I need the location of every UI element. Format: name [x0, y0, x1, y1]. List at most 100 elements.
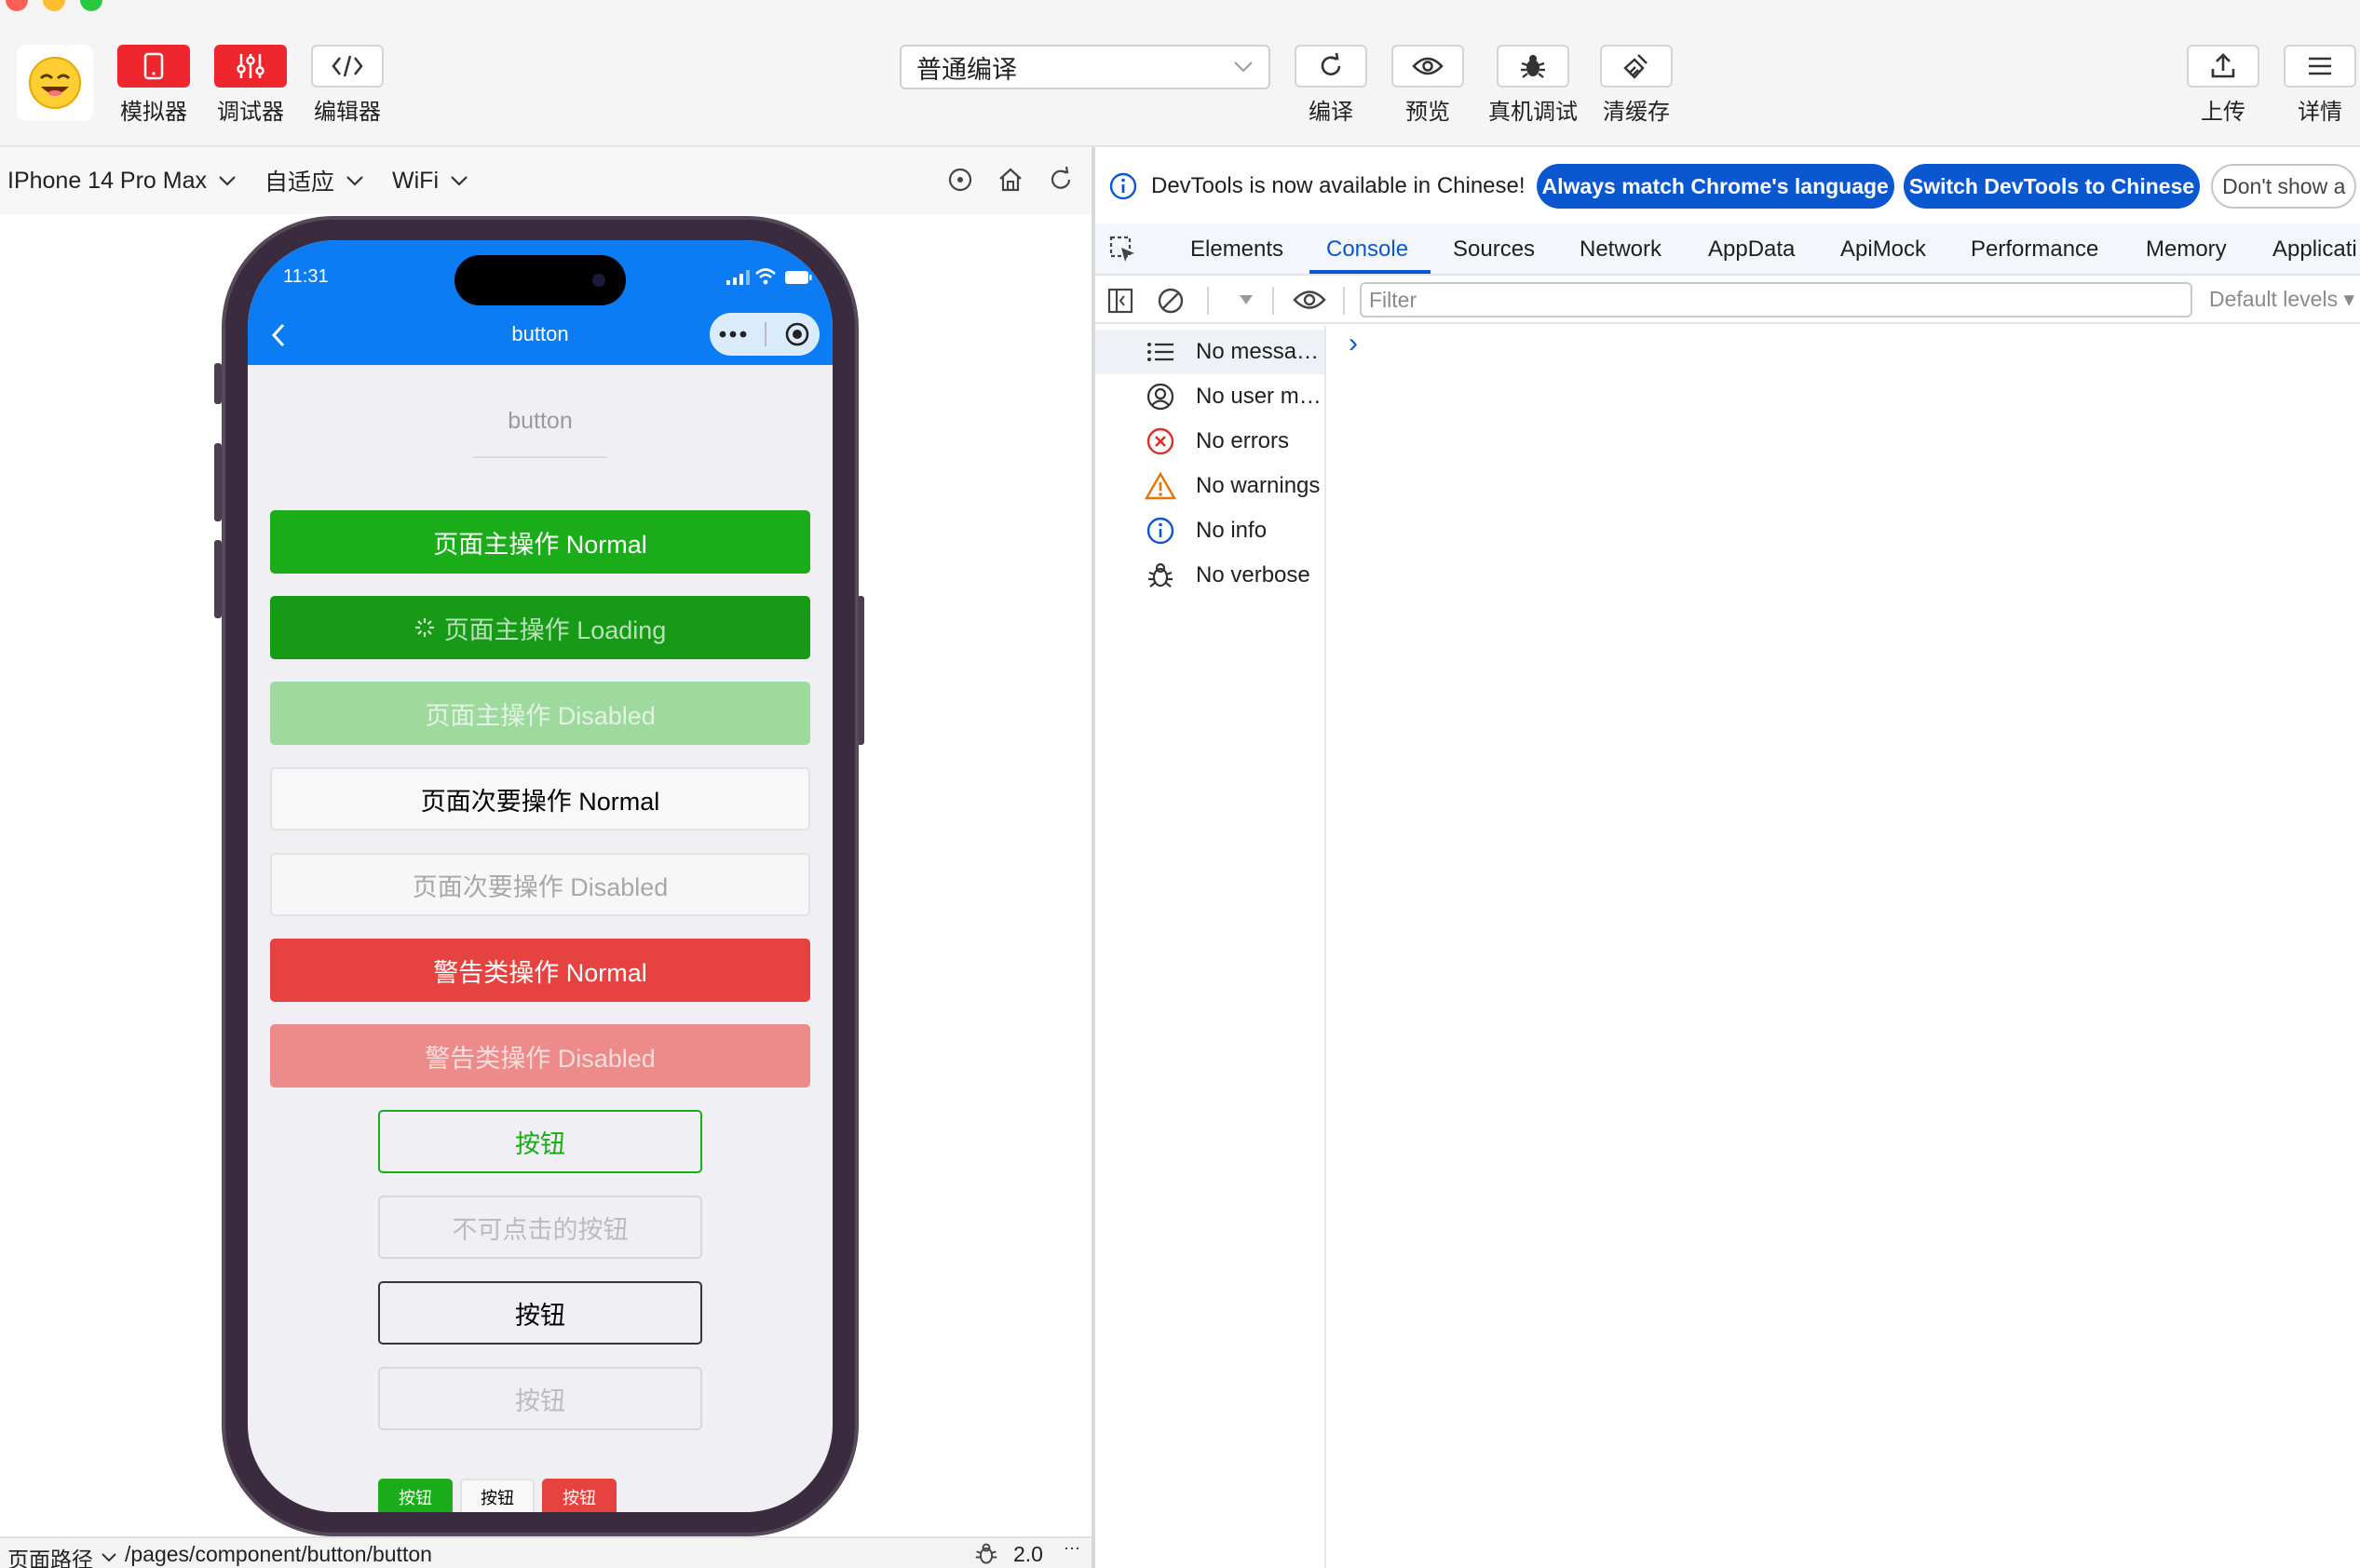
dont-show-button[interactable]: Don't show a — [2211, 164, 2357, 209]
mini-program-navbar: button — [248, 305, 833, 365]
toolbar-separator — [1343, 287, 1345, 315]
tab-network[interactable]: Network — [1580, 237, 1661, 263]
debugger-button[interactable]: 调试器 — [214, 45, 287, 126]
sidebar-toggle-icon[interactable] — [1106, 287, 1134, 315]
window-zoom-dot[interactable] — [80, 0, 102, 11]
phone-silent-switch — [214, 363, 222, 404]
capsule-menu — [710, 313, 820, 356]
compile-mode-select[interactable]: 普通编译 — [900, 45, 1270, 89]
log-levels-select[interactable]: Default levels ▾ — [2209, 287, 2354, 312]
mini-default-button[interactable]: 按钮 — [460, 1479, 535, 1512]
sidebar-item-errors[interactable]: No errors — [1144, 419, 1289, 464]
tab-performance[interactable]: Performance — [1971, 237, 2098, 263]
secondary-normal-button[interactable]: 页面次要操作 Normal — [270, 767, 810, 831]
button-label: 按钮 — [515, 1129, 565, 1158]
tab-appdata[interactable]: AppData — [1708, 237, 1795, 263]
context-dropdown-icon[interactable] — [1239, 294, 1254, 305]
target-icon[interactable] — [946, 166, 974, 194]
avatar[interactable] — [17, 45, 93, 121]
window-close-dot[interactable] — [6, 0, 28, 11]
device-debug-button[interactable]: 真机调试 — [1488, 45, 1578, 126]
button-label: 警告类操作 Disabled — [425, 1044, 656, 1073]
primary-loading-button[interactable]: 页面主操作 Loading — [270, 596, 810, 659]
capsule-divider — [764, 322, 766, 346]
console-prompt[interactable]: › — [1349, 328, 1358, 359]
broom-icon — [1623, 54, 1648, 79]
toolbar-separator — [1272, 287, 1274, 315]
switch-chinese-button[interactable]: Switch DevTools to Chinese — [1903, 164, 2201, 209]
list-icon — [1147, 343, 1173, 361]
device-select[interactable]: IPhone 14 Pro Max — [7, 168, 237, 195]
primary-normal-button[interactable]: 页面主操作 Normal — [270, 510, 810, 574]
sidebar-item-label: No messa… — [1196, 339, 1320, 364]
more-menu[interactable]: ··· — [1064, 1538, 1080, 1558]
phone-screen: 11:31 button button 页面主操作 Normal 页面主操作 L… — [248, 240, 833, 1512]
close-target-icon[interactable] — [784, 321, 810, 347]
tab-application[interactable]: Applicati — [2272, 237, 2357, 263]
editor-button[interactable]: 编辑器 — [311, 45, 384, 126]
sidebar-item-info[interactable]: No info — [1144, 508, 1267, 553]
heading-divider — [473, 456, 607, 458]
filter-input[interactable]: Filter — [1360, 282, 2192, 318]
window-minimize-dot[interactable] — [43, 0, 65, 11]
tab-memory[interactable]: Memory — [2146, 237, 2227, 263]
more-dots-icon[interactable] — [719, 330, 747, 339]
match-language-button[interactable]: Always match Chrome's language — [1536, 164, 1894, 209]
upload-label: 上传 — [2201, 100, 2245, 125]
info-icon — [1109, 172, 1137, 200]
upload-button[interactable]: 上传 — [2187, 45, 2259, 126]
inspect-element-icon[interactable] — [1108, 235, 1138, 264]
bug-icon[interactable] — [974, 1542, 998, 1566]
network-select[interactable]: WiFi — [392, 168, 468, 195]
button-label: 警告类操作 Normal — [433, 958, 647, 987]
mini-primary-button[interactable]: 按钮 — [378, 1479, 453, 1512]
details-button[interactable]: 详情 — [2284, 45, 2356, 126]
loading-spinner-icon — [414, 618, 434, 637]
phone-volume-up — [214, 443, 222, 521]
mini-warn-button[interactable]: 按钮 — [542, 1479, 617, 1512]
tab-sources[interactable]: Sources — [1453, 237, 1535, 263]
main-toolbar: 模拟器 调试器 编辑器 普通编译 编译 预览 真机调试 清缓存 上传 详情 — [0, 0, 2360, 147]
sidebar-item-label: No info — [1196, 518, 1268, 543]
page-path-value: /pages/component/button/button — [125, 1542, 432, 1566]
signal-icon — [726, 270, 750, 285]
clear-console-icon[interactable] — [1157, 287, 1185, 315]
devtools-language-banner: DevTools is now available in Chinese! Al… — [1095, 160, 2360, 212]
primary-disabled-button: 页面主操作 Disabled — [270, 682, 810, 745]
battery-icon — [785, 271, 812, 284]
tab-elements[interactable]: Elements — [1190, 237, 1283, 263]
compile-mode-value: 普通编译 — [916, 55, 1017, 84]
button-label: 不可点击的按钮 — [452, 1215, 629, 1244]
tab-apimock[interactable]: ApiMock — [1840, 237, 1926, 263]
sidebar-item-warnings[interactable]: No warnings — [1144, 464, 1320, 508]
tab-console[interactable]: Console — [1326, 237, 1408, 263]
wifi-icon — [755, 268, 776, 285]
button-label: 页面主操作 Loading — [443, 615, 667, 644]
emoji-avatar-icon — [29, 57, 81, 109]
sidebar-item-messages[interactable]: No messa… — [1144, 330, 1319, 374]
zoom-select[interactable]: 自适应 — [264, 164, 364, 197]
clear-cache-button[interactable]: 清缓存 — [1600, 45, 1673, 126]
plain-default-button[interactable]: 按钮 — [378, 1281, 702, 1345]
home-icon[interactable] — [997, 166, 1024, 194]
console-sidebar: No messa… No user m… No errors No warnin… — [1095, 326, 1326, 1568]
details-label: 详情 — [2298, 100, 2342, 125]
live-expression-eye-icon[interactable] — [1293, 289, 1326, 311]
page-path-select[interactable]: 页面路径 — [7, 1542, 121, 1568]
button-label: 页面主操作 Disabled — [425, 701, 656, 730]
warn-normal-button[interactable]: 警告类操作 Normal — [270, 939, 810, 1002]
sidebar-item-user-messages[interactable]: No user m… — [1144, 374, 1322, 419]
debugger-label: 调试器 — [217, 100, 284, 125]
menu-icon — [2309, 57, 2331, 75]
plain-primary-button[interactable]: 按钮 — [378, 1110, 702, 1173]
simulator-button[interactable]: 模拟器 — [117, 45, 190, 126]
chevron-down-icon — [346, 176, 363, 186]
preview-button[interactable]: 预览 — [1391, 45, 1464, 126]
page-path-label: 页面路径 — [7, 1548, 93, 1568]
devtools-tab-bar: Elements Console Sources Network AppData… — [1095, 223, 2360, 276]
sidebar-item-verbose[interactable]: No verbose — [1144, 553, 1310, 598]
button-label: 按钮 — [399, 1489, 432, 1507]
user-icon — [1146, 383, 1174, 411]
compile-button[interactable]: 编译 — [1295, 45, 1367, 126]
reload-icon[interactable] — [1047, 166, 1075, 194]
